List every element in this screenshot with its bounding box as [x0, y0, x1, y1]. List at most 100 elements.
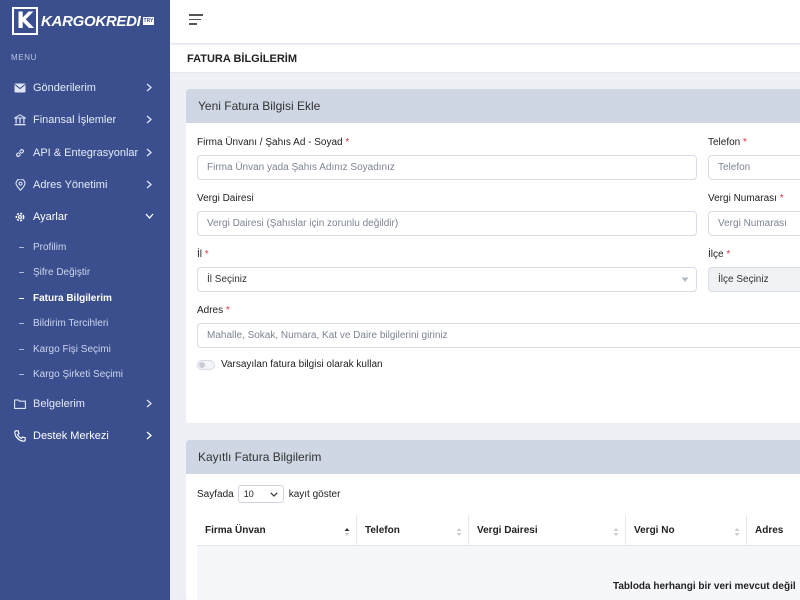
sidebar-item-label: API & Entegrasyonlar — [33, 147, 139, 159]
dash-icon — [19, 348, 24, 350]
sidebar-subitem-bildirim-tercihleri[interactable]: Bildirim Tercihleri — [0, 315, 170, 331]
table-header: Firma Ünvan Telefon Vergi Dairesi Vergi … — [197, 515, 800, 546]
column-header-firma-unvan[interactable]: Firma Ünvan — [197, 515, 356, 546]
page-title: FATURA BİLGİLERİM — [187, 53, 297, 65]
sidebar-subitem-kargo-fisi-secimi[interactable]: Kargo Fişi Seçimi — [0, 341, 170, 357]
firma-label: Firma Ünvanı / Şahıs Ad - Soyad * — [197, 137, 349, 148]
sidebar-subitem-label: Bildirim Tercihleri — [33, 317, 109, 329]
logo-text: KARGOKREDI — [41, 12, 141, 30]
telefon-label-text: Telefon — [708, 137, 741, 148]
sidebar-item-ayarlar[interactable]: Ayarlar — [0, 207, 170, 227]
sidebar-item-destek-merkezi[interactable]: Destek Merkezi — [0, 426, 170, 446]
folder-icon — [14, 398, 26, 410]
column-header-label: Telefon — [365, 525, 400, 536]
gear-icon — [14, 211, 26, 223]
sidebar-item-label: Destek Merkezi — [33, 430, 109, 442]
telefon-input[interactable]: Telefon — [708, 155, 800, 180]
chevron-right-icon — [144, 82, 154, 92]
logo-mark: K — [12, 7, 38, 35]
sort-icon — [613, 528, 619, 536]
adres-label-text: Adres — [197, 305, 224, 316]
sidebar-subitem-label: Profilim — [33, 241, 67, 253]
sidebar-item-label: Adres Yönetimi — [33, 179, 108, 191]
sort-icon — [456, 528, 462, 536]
sidebar-subitem-sifre-degistir[interactable]: Şifre Değiştir — [0, 264, 170, 280]
sidebar-item-label: Belgelerim — [33, 398, 85, 410]
sort-asc-icon — [344, 528, 350, 536]
vergi-dairesi-label: Vergi Dairesi — [197, 193, 254, 204]
sidebar-subitem-label: Kargo Şirketi Seçimi — [33, 368, 124, 380]
saved-invoices-table: Firma Ünvan Telefon Vergi Dairesi Vergi … — [197, 515, 800, 600]
sidebar-item-label: Finansal İşlemler — [33, 114, 117, 126]
il-select[interactable]: İl Seçiniz — [197, 267, 697, 292]
sidebar-subitem-profilim[interactable]: Profilim — [0, 239, 170, 255]
dash-icon — [19, 297, 24, 299]
sidebar-subitem-fatura-bilgilerim[interactable]: Fatura Bilgilerim — [0, 290, 170, 306]
mail-icon — [14, 82, 26, 94]
column-header-label: Adres — [755, 525, 784, 536]
sidebar-item-finansal-islemler[interactable]: Finansal İşlemler — [0, 110, 170, 130]
ilce-select[interactable]: İlçe Seçiniz — [708, 267, 800, 292]
vergi-dairesi-input[interactable]: Vergi Dairesi (Şahıslar için zorunlu değ… — [197, 211, 697, 236]
card-title: Kayıtlı Fatura Bilgilerim — [186, 440, 800, 474]
column-header-label: Firma Ünvan — [205, 525, 266, 536]
sort-icon — [734, 528, 740, 536]
vergi-no-label: Vergi Numarası * — [708, 193, 784, 204]
sidebar-subitem-kargo-sirketi-secimi[interactable]: Kargo Şirketi Seçimi — [0, 366, 170, 382]
sidebar-item-label: Gönderilerim — [33, 82, 96, 94]
column-header-vergi-dairesi[interactable]: Vergi Dairesi — [468, 515, 625, 546]
vergi-no-label-text: Vergi Numarası — [708, 193, 777, 204]
topbar — [170, 0, 800, 44]
chevron-down-icon — [270, 492, 278, 497]
page-header: FATURA BİLGİLERİM — [170, 45, 800, 73]
empty-table-message: Tabloda herhangi bir veri mevcut değil — [613, 581, 796, 592]
default-invoice-toggle[interactable] — [197, 360, 215, 370]
required-mark: * — [345, 137, 350, 148]
ilce-label-text: İlçe — [708, 249, 724, 260]
ilce-label: İlçe * — [708, 249, 730, 260]
dash-icon — [19, 373, 24, 375]
sidebar-item-api-entegrasyonlar[interactable]: API & Entegrasyonlar — [0, 143, 170, 163]
chevron-right-icon — [144, 179, 154, 189]
dash-icon — [19, 246, 24, 248]
sidebar-item-belgelerim[interactable]: Belgelerim — [0, 394, 170, 414]
sidebar-item-gonderilerim[interactable]: Gönderilerim — [0, 78, 170, 98]
required-mark: * — [743, 137, 747, 148]
column-header-vergi-no[interactable]: Vergi No — [625, 515, 746, 546]
firma-label-text: Firma Ünvanı / Şahıs Ad - Soyad — [197, 137, 343, 148]
il-label: İl * — [197, 249, 209, 260]
toggle-knob — [199, 362, 205, 368]
required-mark: * — [779, 193, 784, 204]
vergi-no-input[interactable]: Vergi Numarası — [708, 211, 800, 236]
sidebar-item-adres-yonetimi[interactable]: Adres Yönetimi — [0, 175, 170, 195]
chevron-down-icon — [144, 211, 154, 221]
adres-label: Adres * — [197, 305, 230, 316]
chevron-right-icon — [144, 147, 154, 157]
chevron-right-icon — [144, 430, 154, 440]
telefon-label: Telefon * — [708, 137, 747, 148]
page-length-value: 10 — [243, 489, 254, 499]
column-header-telefon[interactable]: Telefon — [356, 515, 468, 546]
il-select-value: İl Seçiniz — [207, 274, 248, 285]
length-prefix: Sayfada — [197, 488, 234, 500]
required-mark: * — [204, 249, 209, 260]
location-icon — [14, 179, 26, 191]
link-icon — [14, 147, 26, 159]
menu-label: MENU — [11, 53, 37, 62]
saved-invoices-card: Kayıtlı Fatura Bilgilerim Sayfada 10 kay… — [186, 440, 800, 600]
chevron-right-icon — [144, 114, 154, 124]
firma-input[interactable]: Firma Ünvan yada Şahıs Adınız Soyadınız — [197, 155, 697, 180]
sidebar-item-label: Ayarlar — [33, 211, 68, 223]
il-label-text: İl — [197, 249, 202, 260]
card-title: Yeni Fatura Bilgisi Ekle — [186, 89, 800, 123]
brand-logo[interactable]: K KARGOKREDI TRY — [12, 6, 157, 36]
column-header-adres[interactable]: Adres — [746, 515, 800, 546]
menu-toggle-icon[interactable] — [189, 14, 205, 28]
adres-input[interactable]: Mahalle, Sokak, Numara, Kat ve Daire bil… — [197, 323, 800, 348]
chevron-right-icon — [144, 398, 154, 408]
new-invoice-card: Yeni Fatura Bilgisi Ekle Firma Ünvanı / … — [186, 89, 800, 423]
default-invoice-toggle-label: Varsayılan fatura bilgisi olarak kullan — [221, 359, 383, 370]
page-length-select[interactable]: 10 — [237, 485, 284, 503]
length-suffix: kayıt göster — [288, 488, 341, 500]
sidebar-subitem-label: Fatura Bilgilerim — [33, 292, 112, 304]
